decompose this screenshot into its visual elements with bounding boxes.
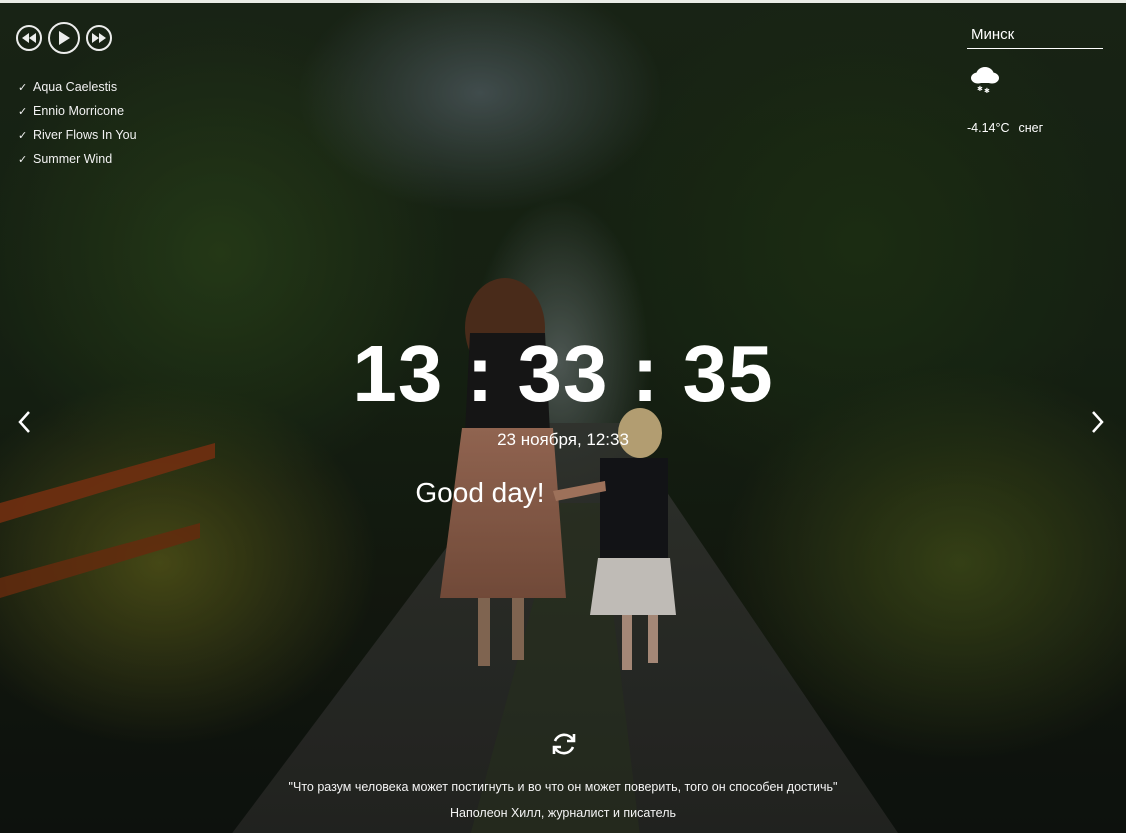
fast-forward-button[interactable] [86, 25, 112, 51]
playlist-item[interactable]: ✓ River Flows In You [18, 124, 137, 148]
quote-author: Наполеон Хилл, журналист и писатель [449, 806, 677, 820]
rewind-icon [22, 33, 36, 43]
temperature: -4.14°C [967, 121, 1010, 135]
playlist: ✓ Aqua Caelestis ✓ Ennio Morricone ✓ River … [18, 76, 137, 172]
track-title: River Flows In You [33, 128, 137, 142]
check-icon: ✓ [18, 82, 28, 94]
play-icon [59, 31, 70, 45]
date: 23 ноября, 12:33 [497, 430, 629, 449]
track-title: Ennio Morricone [33, 104, 125, 118]
weather-readout: -4.14°C снег [967, 121, 1103, 135]
weather-description: снег [1018, 121, 1044, 135]
svg-text:✱: ✱ [977, 85, 983, 93]
city-input[interactable] [967, 21, 1103, 49]
refresh-icon [552, 733, 576, 755]
track-title: Aqua Caelestis [33, 80, 118, 94]
quote-text: "Что разум человека может постигнуть и в… [288, 780, 838, 794]
track-title: Summer Wind [33, 152, 113, 166]
audio-player [16, 22, 112, 54]
playlist-item[interactable]: ✓ Summer Wind [18, 148, 137, 172]
refresh-quote-button[interactable] [549, 729, 579, 759]
check-icon: ✓ [18, 154, 28, 166]
rewind-button[interactable] [16, 25, 42, 51]
snow-cloud-icon: ✱ ✱ [971, 67, 999, 95]
check-icon: ✓ [18, 130, 28, 142]
check-icon: ✓ [18, 106, 28, 118]
clock: 13 : 33 : 35 [352, 329, 774, 418]
playlist-item[interactable]: ✓ Aqua Caelestis [18, 76, 137, 100]
play-button[interactable] [48, 22, 80, 54]
greeting: Good day! [415, 477, 545, 508]
fast-forward-icon [92, 33, 106, 43]
playlist-item[interactable]: ✓ Ennio Morricone [18, 100, 137, 124]
momentum-dashboard: ✓ Aqua Caelestis ✓ Ennio Morricone ✓ River … [0, 0, 1126, 833]
weather-widget: ✱ ✱ -4.14°C снег [967, 21, 1103, 135]
svg-text:✱: ✱ [984, 87, 990, 95]
